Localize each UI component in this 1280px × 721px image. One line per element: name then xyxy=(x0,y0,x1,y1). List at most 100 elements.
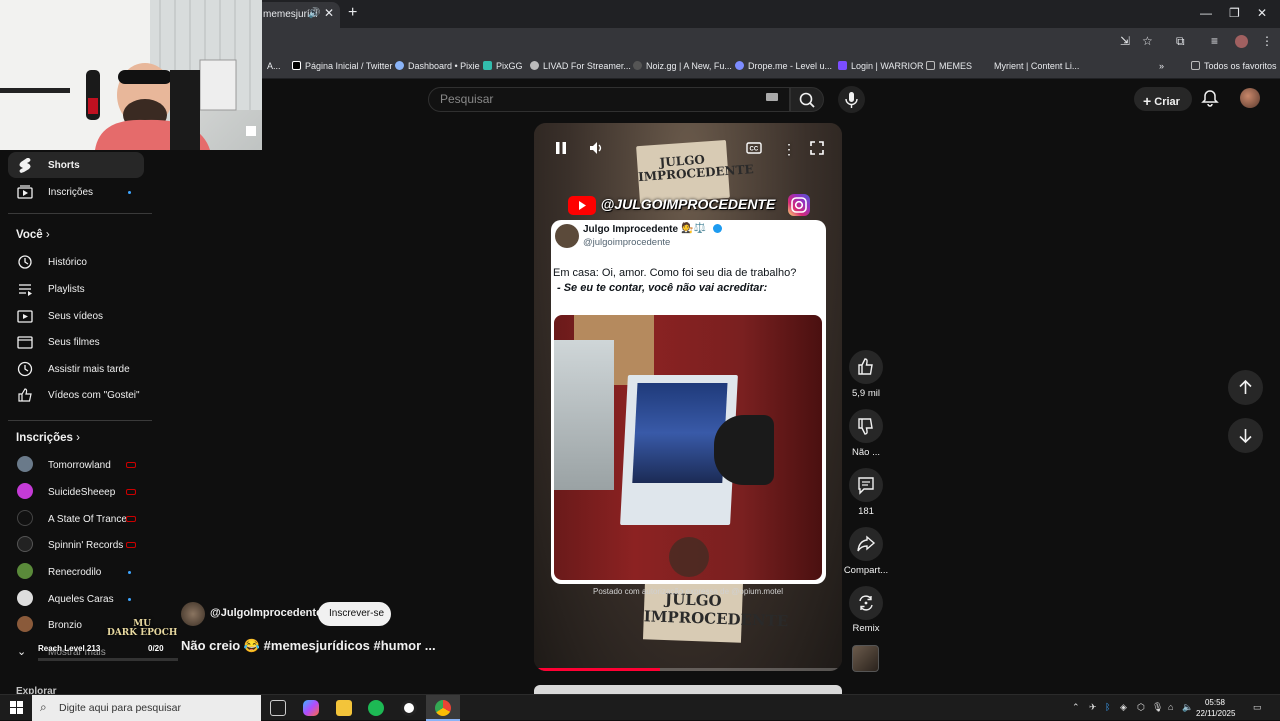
mic-icon xyxy=(845,92,858,108)
chevron-up-icon[interactable]: ⌃ xyxy=(1072,702,1080,713)
you-heading[interactable]: Você › xyxy=(16,229,50,241)
tab-audio-icon[interactable]: 🔊 xyxy=(308,8,320,19)
search-button[interactable] xyxy=(790,87,824,112)
more-bookmarks-icon[interactable]: » xyxy=(1159,61,1164,71)
channel-avatar xyxy=(17,456,33,472)
shorts-player[interactable]: JULGO IMPROCEDENTE JULGO IMPROCEDENTE @J… xyxy=(534,123,842,671)
bookmark-item[interactable]: Myrient | Content Li... xyxy=(981,61,1079,71)
comments-button[interactable] xyxy=(849,468,883,502)
sidebar-channel-item[interactable]: Aqueles Caras xyxy=(8,586,144,612)
sidebar-item-shorts[interactable]: Shorts xyxy=(8,152,144,178)
taskbar-search-input[interactable]: ⌕ Digite aqui para pesquisar xyxy=(32,695,261,721)
extensions-icon[interactable]: ⧉ xyxy=(1176,34,1185,49)
channel-avatar xyxy=(17,510,33,526)
bookmark-item[interactable]: Página Inicial / Twitter xyxy=(292,61,392,71)
sidebar-item-your-movies[interactable]: Seus filmes xyxy=(8,329,144,355)
sidebar-channel-item[interactable]: Spinnin' Records xyxy=(8,532,144,558)
minimize-icon[interactable]: — xyxy=(1200,6,1212,20)
copilot-icon[interactable] xyxy=(303,700,319,716)
voice-search-button[interactable] xyxy=(838,86,865,113)
sidebar-channel-item[interactable]: A State Of Trance xyxy=(8,506,144,532)
subscribe-button[interactable]: Inscrever-se xyxy=(318,602,391,626)
sidebar-item-liked-videos[interactable]: Vídeos com "Gostei" xyxy=(8,382,144,408)
bookmark-item[interactable]: Noiz.gg | A New, Fu... xyxy=(633,61,732,71)
bookmark-item[interactable]: A... xyxy=(267,61,281,71)
media-control-icon[interactable]: ≡ xyxy=(1211,34,1218,48)
tray-app-icon[interactable]: ⬡ xyxy=(1137,702,1145,713)
channel-name[interactable]: @JulgoImprocedente xyxy=(210,607,322,619)
sidebar-channel-item[interactable]: Tomorrowland xyxy=(8,452,144,478)
next-short-button[interactable] xyxy=(1228,418,1263,453)
install-app-icon[interactable]: ⇲ xyxy=(1120,34,1130,48)
bookmark-item[interactable]: Login | WARRIOR xyxy=(838,61,924,71)
dislike-label: Não ... xyxy=(852,447,880,458)
more-options-icon[interactable]: ⋮ xyxy=(782,141,796,158)
pause-button[interactable] xyxy=(554,141,568,158)
chrome-taskbar-item[interactable] xyxy=(426,695,460,721)
bookmark-folder[interactable]: MEMES xyxy=(926,61,972,71)
remix-label: Remix xyxy=(852,623,880,634)
remix-button[interactable] xyxy=(849,586,883,620)
channel-avatar[interactable] xyxy=(181,602,205,626)
sidebar-item-history[interactable]: Histórico xyxy=(8,249,144,275)
search-icon xyxy=(799,92,815,108)
file-explorer-icon[interactable] xyxy=(336,700,352,716)
instagram-logo-icon xyxy=(788,194,810,216)
tray-app-icon[interactable]: ✈ xyxy=(1089,702,1097,713)
bookmark-item[interactable]: Dashboard • Pixie xyxy=(395,61,480,71)
sidebar-item-your-videos[interactable]: Seus vídeos xyxy=(8,303,144,329)
spotify-icon[interactable] xyxy=(368,700,384,716)
restore-icon[interactable]: ❐ xyxy=(1229,6,1240,20)
share-button[interactable] xyxy=(849,527,883,561)
subscriptions-heading[interactable]: Inscrições › xyxy=(16,432,80,444)
sidebar-channel-item[interactable]: SuicideSheeep xyxy=(8,479,144,505)
volume-button[interactable] xyxy=(589,141,605,158)
playlists-icon xyxy=(19,284,32,296)
sidebar-item-subscriptions[interactable]: Inscrições xyxy=(8,179,144,205)
channel-avatar xyxy=(17,590,33,606)
bookmark-item[interactable]: Drope.me - Level u... xyxy=(735,61,832,71)
like-button[interactable] xyxy=(849,350,883,384)
dislike-button[interactable] xyxy=(849,409,883,443)
browser-menu-icon[interactable]: ⋮ xyxy=(1261,34,1273,48)
bookmark-star-icon[interactable]: ☆ xyxy=(1142,34,1153,48)
network-icon[interactable]: ⌂ xyxy=(1168,702,1173,712)
account-avatar[interactable] xyxy=(1240,88,1260,108)
obs-icon[interactable] xyxy=(401,700,417,716)
keyboard-icon[interactable] xyxy=(766,93,778,101)
all-bookmarks-folder[interactable]: Todos os favoritos xyxy=(1191,61,1277,71)
reach-level-text: Reach Level 213 xyxy=(38,644,101,653)
sidebar-item-playlists[interactable]: Playlists xyxy=(8,276,144,302)
captions-button[interactable]: CC xyxy=(746,141,762,158)
system-clock[interactable]: 05:58 22/11/2025 xyxy=(1196,697,1235,719)
sidebar-item-watch-later[interactable]: Assistir mais tarde xyxy=(8,356,144,382)
speaker-icon[interactable]: 🔈 xyxy=(1182,702,1193,713)
bookmark-item[interactable]: PixGG xyxy=(483,61,523,71)
create-button[interactable]: + Criar xyxy=(1134,87,1192,111)
remix-icon xyxy=(859,595,873,611)
fullscreen-button[interactable] xyxy=(810,141,824,158)
tray-app-icon[interactable]: ◈ xyxy=(1120,702,1127,713)
windows-start-button[interactable] xyxy=(10,701,23,719)
profile-avatar[interactable] xyxy=(1235,35,1248,48)
pixie-icon xyxy=(395,61,404,70)
new-tab-icon[interactable]: + xyxy=(348,4,357,22)
microphone-icon[interactable]: 🎙 xyxy=(1152,702,1163,713)
sidebar-channel-item[interactable]: Renecrodilo xyxy=(8,559,144,585)
audio-source-thumbnail[interactable] xyxy=(852,645,879,672)
video-title[interactable]: Não creio 😂 #memesjurídicos #humor ... xyxy=(181,638,436,654)
tab-close-icon[interactable]: ✕ xyxy=(324,6,334,20)
youtube-logo-icon xyxy=(568,196,596,215)
tweet-card: Julgo Improcedente 🧑‍⚖️⚖️ @julgoimproced… xyxy=(551,220,826,584)
game-overlay: MU DARK EPOCH Reach Level 213 0/20 xyxy=(30,610,186,672)
window-close-icon[interactable]: ✕ xyxy=(1257,6,1267,20)
bookmark-item[interactable]: LIVAD For Streamer... xyxy=(530,61,631,71)
notifications-center-icon[interactable]: ▭ xyxy=(1253,702,1262,713)
notifications-button[interactable] xyxy=(1200,88,1220,113)
previous-short-button[interactable] xyxy=(1228,370,1263,405)
task-view-icon[interactable] xyxy=(270,700,286,716)
share-label: Compart... xyxy=(843,565,889,576)
search-input[interactable]: Pesquisar xyxy=(428,87,790,112)
chrome-icon xyxy=(435,700,451,716)
bluetooth-icon[interactable]: ᛒ xyxy=(1105,702,1110,712)
